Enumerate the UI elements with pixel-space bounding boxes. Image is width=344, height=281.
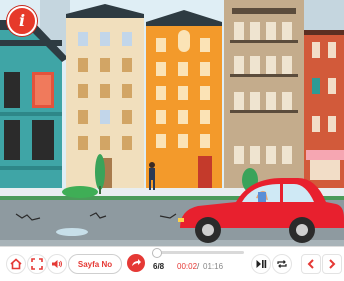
page-counter: 6/8 <box>153 262 165 271</box>
previous-page-button[interactable] <box>301 254 321 274</box>
total-time: 01:16 <box>203 262 224 271</box>
info-icon: i <box>18 11 26 30</box>
progress-knob[interactable] <box>151 248 162 258</box>
home-icon <box>10 258 22 270</box>
current-time: 00:02 <box>177 262 198 271</box>
page-number-label: Sayfa No <box>77 259 113 269</box>
repeat-icon <box>277 260 287 268</box>
building-cream <box>66 4 144 190</box>
building-red <box>304 30 344 190</box>
building-orange <box>146 10 222 190</box>
time-separator: / <box>197 262 200 271</box>
city-street-illustration <box>0 0 344 246</box>
scene-canvas <box>0 0 344 246</box>
go-to-page-button[interactable] <box>127 254 145 272</box>
previous-icon <box>307 259 314 269</box>
volume-button[interactable] <box>47 254 67 274</box>
progress-track[interactable] <box>151 248 244 258</box>
go-arrow-icon <box>132 259 141 266</box>
building-teal <box>0 20 68 190</box>
player-controls: Sayfa No <box>0 246 344 281</box>
play-pause-button[interactable] <box>251 254 271 274</box>
repeat-button[interactable] <box>272 254 292 274</box>
building-tan <box>224 0 304 190</box>
page-number-field[interactable]: Sayfa No <box>68 254 122 274</box>
viewer: i Sayfa No 6/8 00:02 / 01:16 <box>0 0 344 281</box>
next-page-button[interactable] <box>322 254 342 274</box>
next-icon <box>329 259 336 269</box>
fullscreen-icon <box>31 258 43 270</box>
volume-icon <box>52 260 62 268</box>
info-button[interactable]: i <box>7 6 37 36</box>
fullscreen-button[interactable] <box>27 254 47 274</box>
play-pause-icon <box>256 260 267 268</box>
home-button[interactable] <box>6 254 26 274</box>
